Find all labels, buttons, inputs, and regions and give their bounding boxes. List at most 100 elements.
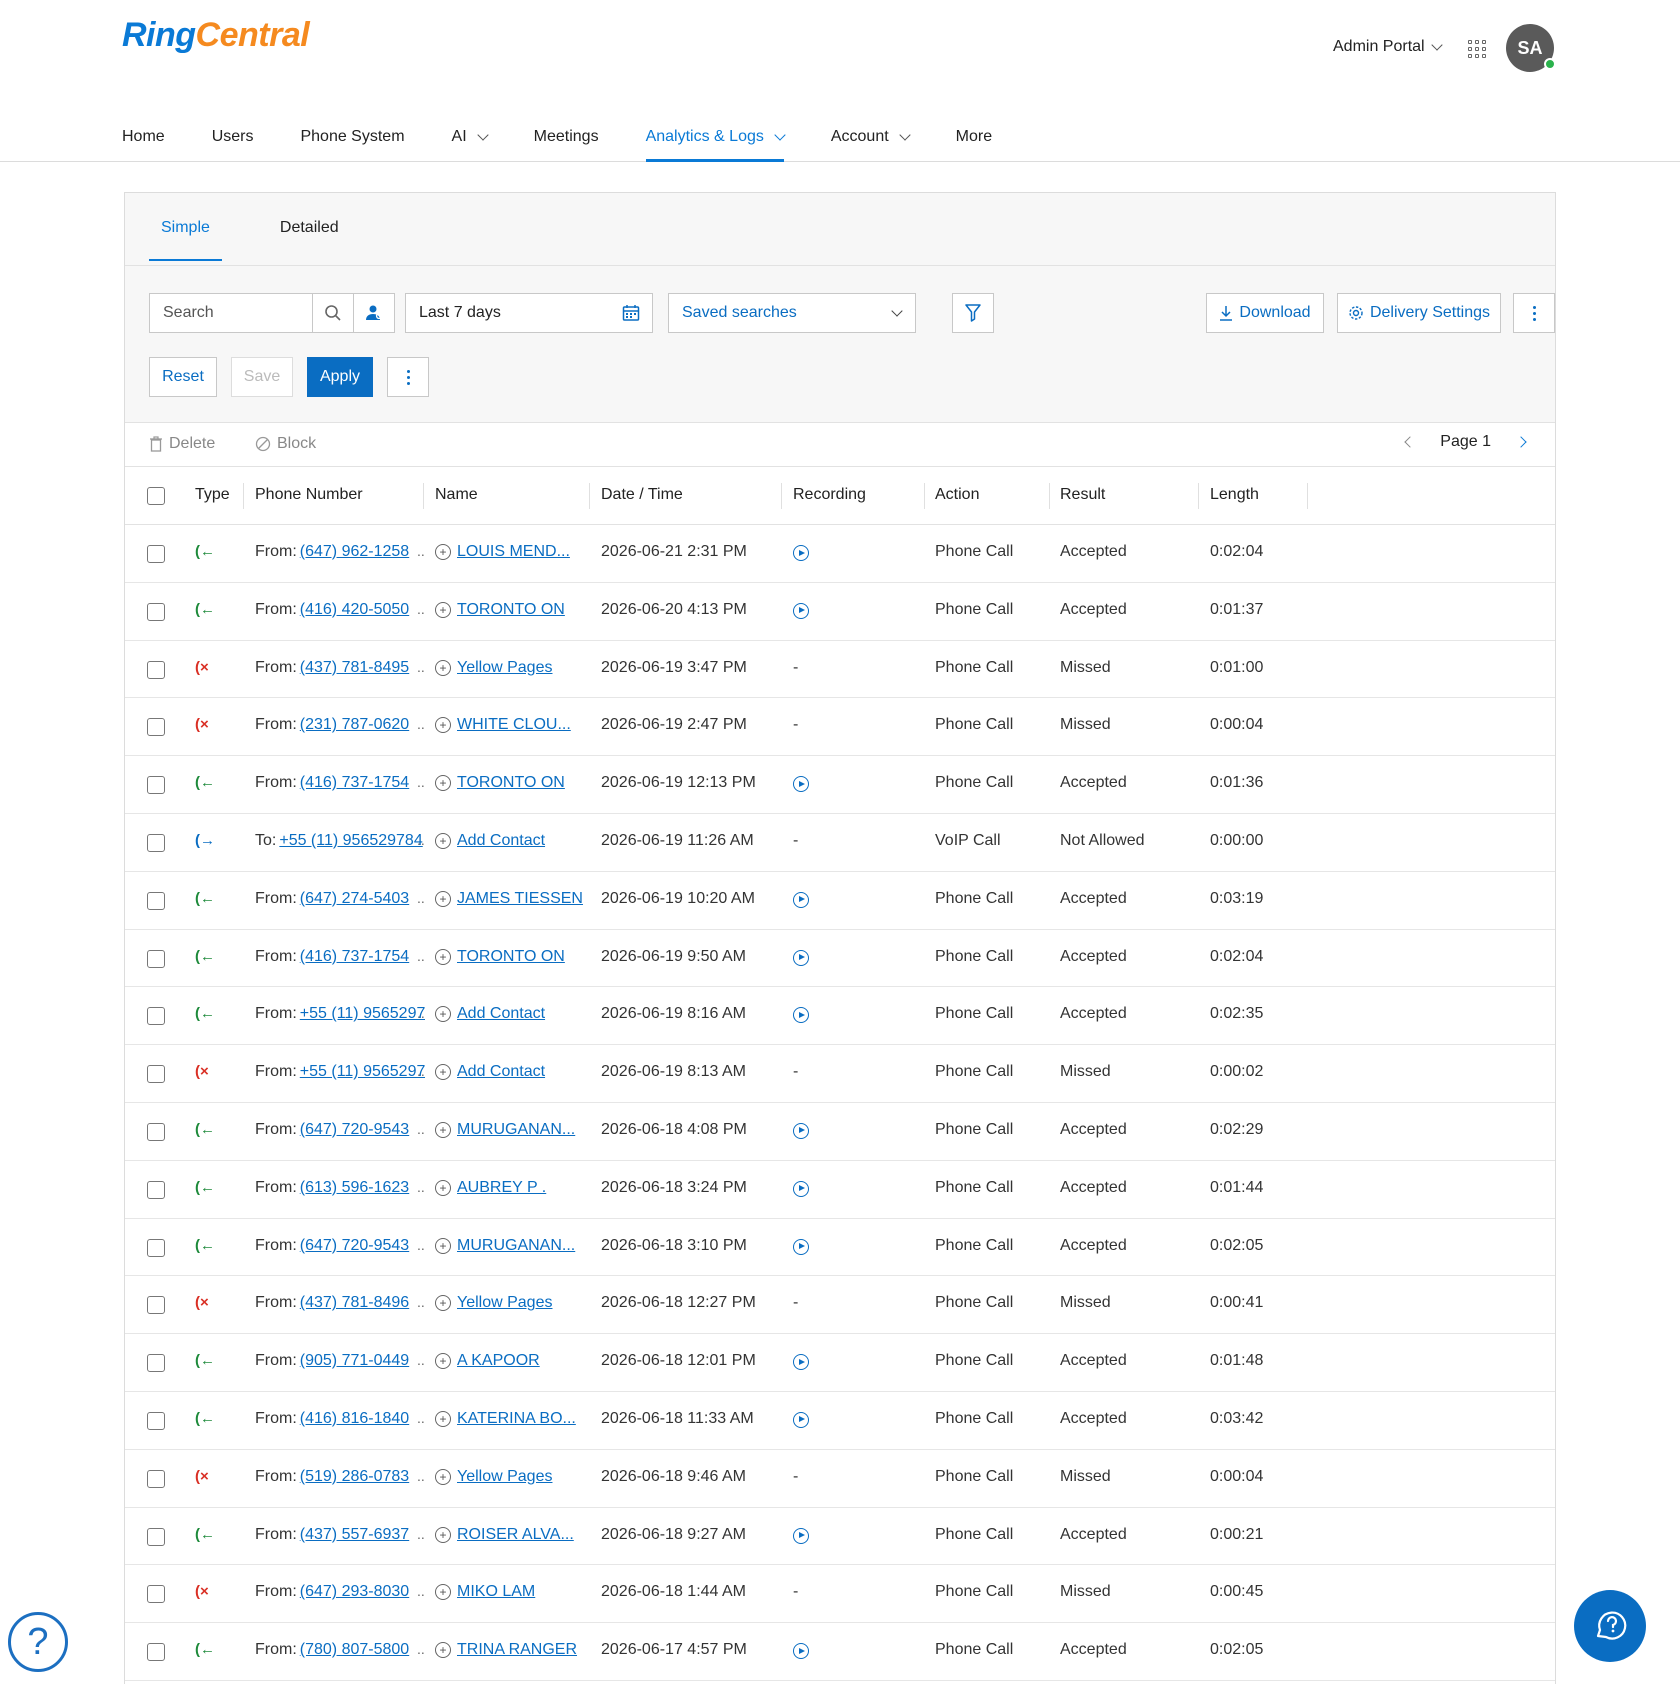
table-row[interactable]: (← From: (416) 816-1840.. + KATERINA BO... 20…	[125, 1392, 1555, 1450]
add-contact-icon[interactable]: +	[435, 775, 451, 792]
table-row[interactable]: (← From: (416) 737-1754.. + TORONTO ON 2026-0…	[125, 930, 1555, 988]
phone-number-link[interactable]: (416) 737-1754	[300, 948, 409, 966]
support-chat-button[interactable]	[1574, 1590, 1646, 1662]
play-recording-icon[interactable]	[793, 776, 809, 793]
contact-name-link[interactable]: ROISER ALVA...	[457, 1526, 574, 1544]
nav-users[interactable]: Users	[212, 110, 254, 160]
row-checkbox[interactable]	[147, 602, 165, 621]
row-checkbox[interactable]	[147, 660, 165, 679]
select-all-checkbox[interactable]	[147, 487, 165, 505]
table-row[interactable]: (× From: (231) 787-0620.. + WHITE CLOU... 202…	[125, 698, 1555, 757]
next-page-icon[interactable]	[1515, 436, 1527, 448]
phone-number-link[interactable]: (437) 781-8496	[300, 1294, 409, 1312]
contact-name-link[interactable]: Add Contact	[457, 1005, 545, 1023]
user-avatar[interactable]: SA	[1506, 24, 1556, 72]
download-button[interactable]: Download	[1206, 293, 1324, 333]
table-row[interactable]: (← From: (437) 557-6937.. + ROISER ALVA... 20…	[125, 1508, 1555, 1566]
contact-name-link[interactable]: KATERINA BO...	[457, 1410, 576, 1428]
contact-name-link[interactable]: MIKO LAM	[457, 1583, 535, 1601]
table-row[interactable]: (→ To: +55 (11) 956529784.. + Add Contact 202…	[125, 814, 1555, 872]
add-contact-icon[interactable]: +	[435, 1295, 451, 1312]
add-contact-icon[interactable]: +	[435, 1353, 451, 1370]
row-checkbox[interactable]	[147, 776, 165, 795]
add-contact-icon[interactable]: +	[435, 601, 451, 618]
row-checkbox[interactable]	[147, 1122, 165, 1141]
add-contact-icon[interactable]: +	[435, 1584, 451, 1601]
nav-analytics-logs[interactable]: Analytics & Logs	[645, 110, 786, 162]
contact-name-link[interactable]: Yellow Pages	[457, 659, 552, 677]
play-recording-icon[interactable]	[793, 1007, 809, 1024]
play-recording-icon[interactable]	[793, 1180, 809, 1197]
phone-number-link[interactable]: (780) 807-5800	[300, 1641, 409, 1659]
phone-number-link[interactable]: (231) 787-0620	[300, 716, 409, 734]
row-checkbox[interactable]	[147, 545, 165, 563]
play-recording-icon[interactable]	[793, 545, 809, 561]
phone-number-link[interactable]: (416) 737-1754	[300, 774, 409, 792]
col-action[interactable]: Action	[935, 486, 979, 504]
table-row[interactable]: (× From: (647) 293-8030.. + MIKO LAM 2026-06-…	[125, 1565, 1555, 1624]
add-contact-icon[interactable]: +	[435, 717, 451, 734]
nav-home[interactable]: Home	[122, 110, 165, 160]
prev-page-icon[interactable]	[1404, 436, 1416, 448]
filter-more-button[interactable]	[387, 357, 429, 397]
delete-action[interactable]: Delete	[149, 435, 215, 453]
phone-number-link[interactable]: (647) 720-9543	[300, 1237, 409, 1255]
row-checkbox[interactable]	[147, 891, 165, 910]
play-recording-icon[interactable]	[793, 1643, 809, 1660]
contact-name-link[interactable]: Yellow Pages	[457, 1294, 552, 1312]
save-button[interactable]: Save	[231, 357, 293, 397]
admin-portal-menu[interactable]: Admin Portal	[1333, 38, 1443, 56]
filter-button[interactable]	[952, 293, 994, 333]
table-row[interactable]: (← From: (905) 771-0449.. + A KAPOOR 2026-06-…	[125, 1334, 1555, 1392]
phone-number-link[interactable]: (647) 293-8030	[300, 1583, 409, 1601]
add-contact-icon[interactable]: +	[435, 1121, 451, 1138]
play-recording-icon[interactable]	[793, 1238, 809, 1255]
nav-account[interactable]: Account	[831, 110, 911, 160]
search-input[interactable]: Search	[149, 293, 313, 333]
row-checkbox[interactable]	[147, 1469, 165, 1488]
add-contact-icon[interactable]: +	[435, 832, 451, 849]
app-grid-icon[interactable]	[1468, 40, 1486, 58]
phone-number-link[interactable]: +55 (11) 95652978	[300, 1063, 425, 1081]
contact-name-link[interactable]: TORONTO ON	[457, 601, 565, 619]
nav-phone-system[interactable]: Phone System	[300, 110, 404, 160]
contact-name-link[interactable]: A KAPOOR	[457, 1352, 540, 1370]
row-checkbox[interactable]	[147, 1007, 165, 1026]
add-contact-icon[interactable]: +	[435, 1468, 451, 1485]
col-name[interactable]: Name	[435, 486, 478, 504]
phone-number-link[interactable]: +55 (11) 95652978	[300, 1005, 425, 1023]
col-recording[interactable]: Recording	[793, 486, 866, 504]
col-phone-number[interactable]: Phone Number	[255, 486, 363, 504]
table-row[interactable]: (← From: +55 (11) 95652978.. + Add Contact 20…	[125, 987, 1555, 1046]
row-checkbox[interactable]	[147, 1296, 165, 1315]
contact-name-link[interactable]: WHITE CLOU...	[457, 716, 571, 734]
add-contact-icon[interactable]: +	[435, 1006, 451, 1023]
table-row[interactable]: (← From: (416) 420-5050.. + TORONTO ON 2026-0…	[125, 583, 1555, 641]
play-recording-icon[interactable]	[793, 1411, 809, 1428]
row-checkbox[interactable]	[147, 1354, 165, 1373]
nav-ai[interactable]: AI	[452, 110, 489, 160]
add-contact-icon[interactable]: +	[435, 544, 451, 560]
row-checkbox[interactable]	[147, 1065, 165, 1084]
phone-number-link[interactable]: (647) 274-5403	[300, 890, 409, 908]
play-recording-icon[interactable]	[793, 1527, 809, 1544]
add-contact-icon[interactable]: +	[435, 1237, 451, 1254]
help-button[interactable]: ?	[8, 1612, 68, 1672]
phone-number-link[interactable]: (437) 781-8495	[300, 659, 409, 677]
row-checkbox[interactable]	[147, 718, 165, 737]
phone-number-link[interactable]: (437) 557-6937	[300, 1526, 409, 1544]
contact-name-link[interactable]: TORONTO ON	[457, 948, 565, 966]
col-length[interactable]: Length	[1210, 486, 1259, 504]
contact-name-link[interactable]: Yellow Pages	[457, 1468, 552, 1486]
apply-button[interactable]: Apply	[307, 357, 373, 397]
ringcentral-logo[interactable]: RingCentral	[122, 16, 310, 55]
play-recording-icon[interactable]	[793, 602, 809, 619]
col-date-time[interactable]: Date / Time	[601, 486, 683, 504]
phone-number-link[interactable]: (647) 962-1258	[300, 543, 409, 561]
table-row[interactable]: (← From: (647) 720-9543.. + MURUGANAN... 2026…	[125, 1219, 1555, 1277]
table-row[interactable]: (× From: (437) 781-8495.. + Yellow Pages 2026…	[125, 641, 1555, 699]
play-recording-icon[interactable]	[793, 891, 809, 908]
contact-name-link[interactable]: LOUIS MEND...	[457, 543, 570, 561]
reset-button[interactable]: Reset	[149, 357, 217, 397]
contact-name-link[interactable]: TORONTO ON	[457, 774, 565, 792]
